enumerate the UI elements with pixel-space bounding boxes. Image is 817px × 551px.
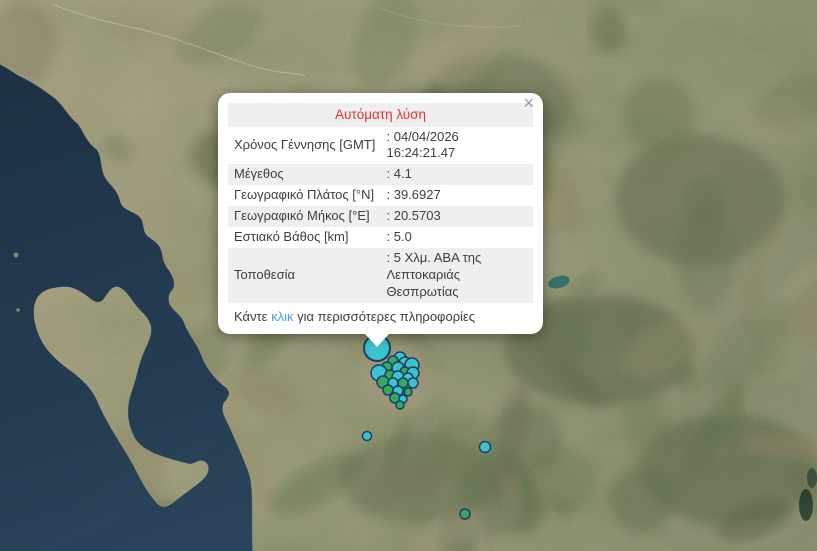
info-row: Εστιακό Βάθος [km]: 5.0: [228, 227, 533, 248]
info-value: : 4.1: [381, 164, 534, 185]
footer-text-suffix: για περισσότερες πληροφορίες: [293, 309, 475, 324]
footer-text-prefix: Κάντε: [234, 309, 271, 324]
info-value: : 39.6927: [381, 185, 534, 206]
popup-close-button[interactable]: ×: [523, 94, 534, 112]
info-label: Τοποθεσία: [228, 248, 381, 303]
river: [807, 468, 817, 488]
popup-footer: Κάντε κλικ για περισσότερες πληροφορίες: [234, 309, 533, 324]
info-label: Γεωγραφικό Πλάτος [°N]: [228, 185, 381, 206]
info-label: Εστιακό Βάθος [km]: [228, 227, 381, 248]
info-row: Γεωγραφικό Πλάτος [°N]: 39.6927: [228, 185, 533, 206]
more-info-link[interactable]: κλικ: [271, 309, 293, 324]
info-row: Τοποθεσία: 5 Χλμ. ΑΒΑ της Λεπτοκαριάς Θε…: [228, 248, 533, 303]
popup-arrow: [365, 334, 389, 347]
info-value: : 04/04/2026 16:24:21.47: [381, 127, 534, 165]
earthquake-info-table: Αυτόματη λύση Χρόνος Γέννησης [GMT]: 04/…: [228, 103, 533, 303]
earthquake-marker[interactable]: [363, 432, 372, 441]
popup-title: Αυτόματη λύση: [228, 103, 533, 127]
earthquake-marker[interactable]: [460, 509, 470, 519]
earthquake-marker[interactable]: [396, 401, 404, 409]
earthquake-marker[interactable]: [408, 378, 418, 388]
info-row: Χρόνος Γέννησης [GMT]: 04/04/2026 16:24:…: [228, 127, 533, 165]
earthquake-marker[interactable]: [480, 442, 491, 453]
islet: [16, 308, 20, 312]
info-label: Μέγεθος: [228, 164, 381, 185]
info-row: Μέγεθος: 4.1: [228, 164, 533, 185]
river: [799, 489, 813, 521]
info-value: : 5.0: [381, 227, 534, 248]
islet: [14, 253, 19, 258]
info-label: Χρόνος Γέννησης [GMT]: [228, 127, 381, 165]
info-label: Γεωγραφικό Μήκος [°E]: [228, 206, 381, 227]
earthquake-popup: × Αυτόματη λύση Χρόνος Γέννησης [GMT]: 0…: [218, 93, 543, 334]
popup-title-row: Αυτόματη λύση: [228, 103, 533, 127]
info-row: Γεωγραφικό Μήκος [°E]: 20.5703: [228, 206, 533, 227]
info-value: : 5 Χλμ. ΑΒΑ της Λεπτοκαριάς Θεσπρωτίας: [381, 248, 534, 303]
info-value: : 20.5703: [381, 206, 534, 227]
